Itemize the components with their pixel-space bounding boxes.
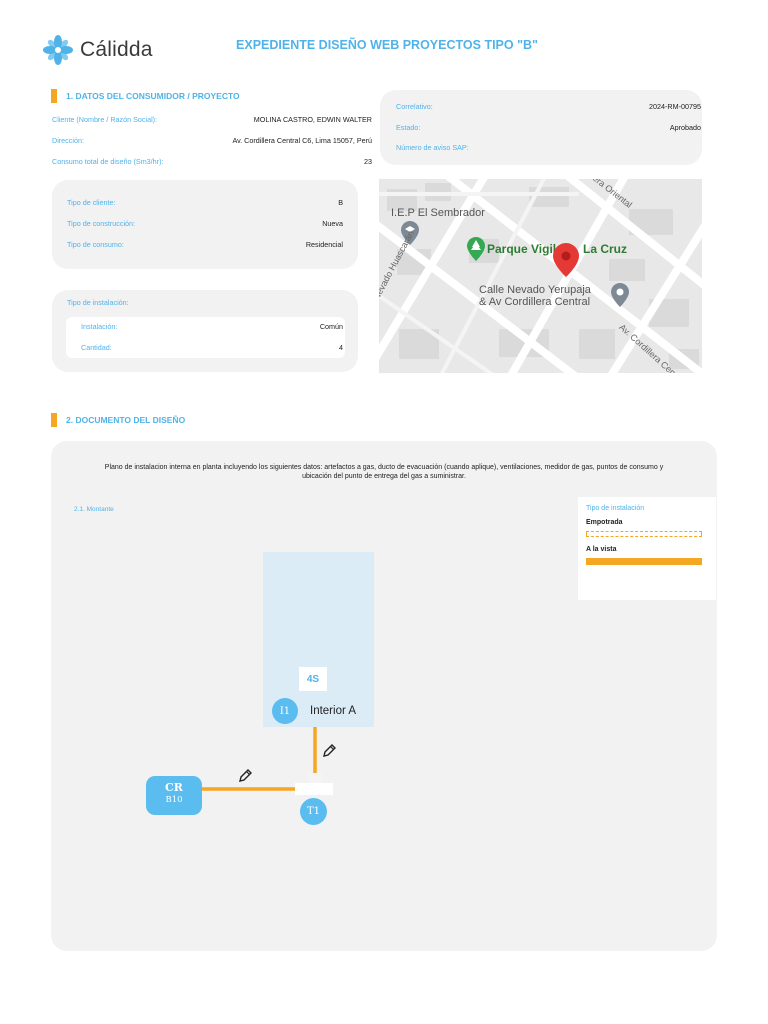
section-1-title: 1. DATOS DEL CONSUMIDOR / PROYECTO bbox=[66, 91, 240, 101]
correlativo-value: 2024-RM-00795 bbox=[649, 102, 701, 111]
subsection-montante: 2.1. Montante bbox=[74, 506, 114, 513]
edit-pencil-icon[interactable] bbox=[321, 743, 337, 759]
section-2-title: 2. DOCUMENTO DEL DISEÑO bbox=[66, 415, 186, 425]
instalacion-row: Instalación: Común bbox=[81, 322, 343, 331]
tipo-consumo-row: Tipo de consumo: Residencial bbox=[67, 240, 343, 249]
cr-badge-title: CR bbox=[165, 781, 183, 794]
installation-details: Instalación: Común Cantidad: 4 bbox=[66, 317, 345, 358]
installation-title: Tipo de instalación: bbox=[67, 298, 129, 307]
estado-label: Estado: bbox=[396, 123, 421, 132]
address-value: Av. Cordillera Central C6, Lima 15057, P… bbox=[232, 136, 372, 145]
map-label-corner-line1: Calle Nevado Yerupaja bbox=[479, 284, 591, 296]
map-label-corner: Calle Nevado Yerupaja & Av Cordillera Ce… bbox=[479, 284, 591, 308]
cantidad-value: 4 bbox=[339, 343, 343, 352]
interior-label: Interior A bbox=[310, 705, 357, 717]
installation-legend: Tipo de instalación Empotrada A la vista bbox=[578, 497, 716, 600]
correlativo-label: Correlativo: bbox=[396, 102, 433, 111]
tipo-cliente-row: Tipo de cliente: B bbox=[67, 198, 343, 207]
map-label-school: I.E.P El Sembrador bbox=[391, 207, 485, 219]
correlativo-row: Correlativo: 2024-RM-00795 bbox=[396, 102, 701, 111]
tee-fitting-top bbox=[308, 773, 322, 783]
location-map[interactable]: I.E.P El Sembrador Parque Vigil La Cruz … bbox=[379, 179, 702, 373]
legend-visible-label: A la vista bbox=[586, 546, 617, 553]
estado-row: Estado: Aprobado bbox=[396, 123, 701, 132]
poi-pin-icon bbox=[611, 283, 629, 307]
design-description: Plano de instalacion interna en planta i… bbox=[104, 464, 664, 480]
edit-pencil-icon[interactable] bbox=[237, 768, 253, 784]
tipo-construccion-row: Tipo de construcción: Nueva bbox=[67, 219, 343, 228]
tipo-cliente-value: B bbox=[338, 198, 343, 207]
map-label-park-tail: La Cruz bbox=[583, 242, 628, 256]
cantidad-row: Cantidad: 4 bbox=[81, 343, 343, 352]
map-label-corner-line2: & Av Cordillera Central bbox=[479, 296, 591, 308]
interior-badge[interactable]: I1 bbox=[272, 698, 298, 724]
section-marker bbox=[51, 413, 57, 427]
installation-card: Tipo de instalación: Instalación: Común … bbox=[52, 290, 358, 372]
client-value: MOLINA CASTRO, EDWIN WALTER bbox=[253, 115, 372, 124]
legend-visible-line bbox=[586, 558, 702, 565]
aviso-row: Número de aviso SAP: bbox=[396, 143, 701, 152]
consumption-value: 23 bbox=[364, 157, 372, 166]
address-row: Dirección: Av. Cordillera Central C6, Li… bbox=[52, 136, 372, 145]
client-type-card: Tipo de cliente: B Tipo de construcción:… bbox=[52, 180, 358, 269]
park-pin-icon bbox=[467, 237, 485, 261]
legend-embedded-line bbox=[586, 531, 702, 537]
legend-embedded-label: Empotrada bbox=[586, 519, 623, 526]
section-1-header: 1. DATOS DEL CONSUMIDOR / PROYECTO bbox=[51, 89, 240, 103]
brand-name: Cálidda bbox=[80, 38, 153, 61]
status-card: Correlativo: 2024-RM-00795 Estado: Aprob… bbox=[380, 90, 702, 165]
consumption-label: Consumo total de diseño (Sm3/hr): bbox=[52, 157, 164, 166]
tipo-construccion-value: Nueva bbox=[322, 219, 343, 228]
aviso-label: Número de aviso SAP: bbox=[396, 143, 469, 152]
client-label: Cliente (Nombre / Razón Social): bbox=[52, 115, 158, 124]
map-label-park: Parque Vigil bbox=[487, 242, 557, 256]
address-label: Dirección: bbox=[52, 136, 84, 145]
tee-fitting bbox=[295, 783, 333, 795]
legend-title: Tipo de instalación bbox=[586, 505, 645, 512]
client-row: Cliente (Nombre / Razón Social): MOLINA … bbox=[52, 115, 372, 124]
tipo-consumo-value: Residencial bbox=[305, 240, 343, 249]
consumption-row: Consumo total de diseño (Sm3/hr): 23 bbox=[52, 157, 372, 166]
cr-meter-badge[interactable]: CR B10 bbox=[146, 776, 202, 815]
instalacion-label: Instalación: bbox=[81, 322, 118, 331]
cantidad-label: Cantidad: bbox=[81, 343, 112, 352]
installation-title-row: Tipo de instalación: bbox=[67, 298, 343, 307]
t1-badge[interactable]: T1 bbox=[300, 798, 327, 825]
tipo-cliente-label: Tipo de cliente: bbox=[67, 198, 116, 207]
section-marker bbox=[51, 89, 57, 103]
tipo-consumo-label: Tipo de consumo: bbox=[67, 240, 124, 249]
calidda-flower-icon bbox=[43, 35, 73, 65]
brand-logo: Cálidda bbox=[42, 34, 153, 66]
unit-number-box: 4S bbox=[299, 667, 327, 691]
section-2-header: 2. DOCUMENTO DEL DISEÑO bbox=[51, 413, 185, 427]
instalacion-value: Común bbox=[319, 322, 343, 331]
cr-badge-code: B10 bbox=[165, 795, 183, 805]
estado-value: Aprobado bbox=[669, 123, 701, 132]
location-pin-icon[interactable] bbox=[553, 243, 579, 277]
tipo-construccion-label: Tipo de construcción: bbox=[67, 219, 136, 228]
document-title: EXPEDIENTE DISEÑO WEB PROYECTOS TIPO "B" bbox=[236, 38, 538, 52]
